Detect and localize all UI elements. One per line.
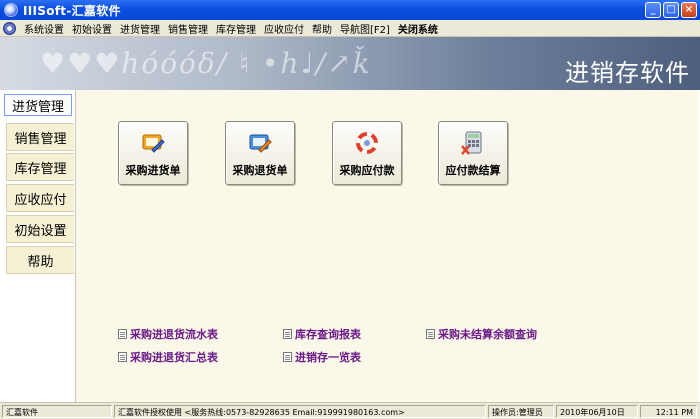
report-icon (283, 352, 292, 362)
nav-tab-receivable-payable[interactable]: 应收应付 (6, 184, 74, 212)
close-button[interactable]: × (681, 2, 697, 18)
title-bar: IIISoft-汇嘉软件 _ □ × (0, 0, 700, 20)
report-overview[interactable]: 进销存一览表 (283, 349, 361, 365)
window-title: IIISoft-汇嘉软件 (23, 3, 121, 18)
status-license: 汇嘉软件授权使用 (118, 408, 182, 417)
report-label: 采购进退货汇总表 (130, 351, 218, 364)
banner-title: 进销存软件 (565, 59, 690, 87)
maximize-button[interactable]: □ (663, 2, 679, 18)
status-company: 汇嘉软件 (2, 405, 112, 418)
report-label: 库存查询报表 (295, 328, 361, 341)
report-icon (426, 329, 435, 339)
purchase-order-icon (142, 134, 165, 153)
window-controls: _ □ × (645, 2, 697, 18)
nav-tab-purchase[interactable]: 进货管理 (4, 94, 72, 116)
side-nav: 进货管理 销售管理 库存管理 应收应付 初始设置 帮助 (0, 90, 76, 402)
purchase-payable-label: 采购应付款 (339, 164, 395, 177)
menu-exit[interactable]: 关闭系统 (394, 21, 442, 36)
payable-icon (356, 132, 378, 154)
report-label: 采购未结算余额查询 (438, 328, 537, 341)
purchase-order-button[interactable]: 采购进货单 (118, 121, 188, 185)
purchase-return-label: 采购退货单 (232, 164, 288, 177)
purchase-return-icon (249, 134, 272, 153)
menu-purchase[interactable]: 进货管理 (116, 21, 164, 36)
calculator-icon (461, 131, 482, 155)
menu-help[interactable]: 帮助 (308, 21, 336, 36)
payable-settlement-label: 应付款结算 (445, 164, 501, 177)
report-label: 采购进退货流水表 (130, 328, 218, 341)
report-icon (283, 329, 292, 339)
report-purchase-flow[interactable]: 采购进退货流水表 (118, 326, 218, 342)
report-icon (118, 329, 127, 339)
system-menu-icon[interactable] (3, 21, 16, 35)
report-label: 进销存一览表 (295, 351, 361, 364)
nav-tab-sales[interactable]: 销售管理 (6, 123, 74, 151)
status-time: 12:11 PM (640, 405, 697, 418)
menu-receivable-payable[interactable]: 应收应付 (260, 21, 308, 36)
purchase-return-button[interactable]: 采购退货单 (225, 121, 295, 185)
app-icon (4, 3, 18, 17)
report-unsettled-balance[interactable]: 采购未结算余额查询 (426, 326, 537, 342)
nav-tab-inventory[interactable]: 库存管理 (6, 153, 74, 181)
status-hotline: <服务热线:0573-82928635 Email:919991980163.c… (184, 408, 405, 417)
status-date: 2010年06月10日 (556, 405, 638, 418)
report-icon (118, 352, 127, 362)
status-bar: 汇嘉软件 汇嘉软件授权使用 <服务热线:0573-82928635 Email:… (0, 402, 700, 419)
banner-decoration: ♥♥♥hóóóδ/ ♮ •h♩/↗ǩ (40, 47, 372, 80)
purchase-order-label: 采购进货单 (125, 164, 181, 177)
purchase-payable-button[interactable]: 采购应付款 (332, 121, 402, 185)
payable-settlement-button[interactable]: 应付款结算 (438, 121, 508, 185)
status-operator: 操作员:管理员 (488, 405, 554, 418)
menu-initial-settings[interactable]: 初始设置 (68, 21, 116, 36)
menu-inventory[interactable]: 库存管理 (212, 21, 260, 36)
report-purchase-summary[interactable]: 采购进退货汇总表 (118, 349, 218, 365)
menu-bar: 系统设置 初始设置 进货管理 销售管理 库存管理 应收应付 帮助 导航图[F2]… (0, 20, 700, 37)
nav-tab-initial-settings[interactable]: 初始设置 (6, 215, 74, 243)
menu-sales[interactable]: 销售管理 (164, 21, 212, 36)
menu-navigation[interactable]: 导航图[F2] (336, 21, 394, 36)
status-license-hotline: 汇嘉软件授权使用 <服务热线:0573-82928635 Email:91999… (114, 405, 486, 418)
minimize-button[interactable]: _ (645, 2, 661, 18)
main-panel: 采购进货单 采购退货单 采购应付款 应付款结算 采购进退货流水表 库存查询报表 … (76, 90, 698, 402)
menu-system-settings[interactable]: 系统设置 (20, 21, 68, 36)
report-inventory-query[interactable]: 库存查询报表 (283, 326, 361, 342)
header-banner: ♥♥♥hóóóδ/ ♮ •h♩/↗ǩ 进销存软件 (0, 37, 700, 90)
nav-tab-help[interactable]: 帮助 (6, 246, 74, 274)
